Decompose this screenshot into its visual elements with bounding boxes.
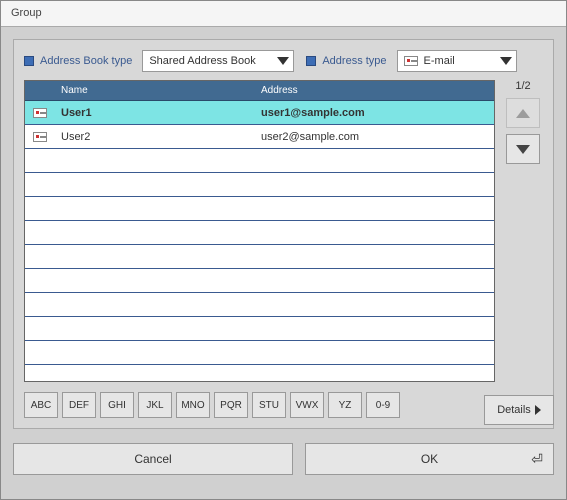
chevron-down-icon xyxy=(277,57,289,65)
table-row-empty xyxy=(25,269,494,293)
row-address: user2@sample.com xyxy=(255,131,494,143)
table-row-empty xyxy=(25,173,494,197)
col-name: Name xyxy=(55,85,255,96)
alpha-button-vwx[interactable]: VWX xyxy=(290,392,324,418)
page-up-button[interactable] xyxy=(506,98,540,128)
contacts-table: Name Address User1user1@sample.comUser2u… xyxy=(24,80,495,382)
table-row-empty xyxy=(25,293,494,317)
chevron-down-icon xyxy=(500,57,512,65)
alpha-button-abc[interactable]: ABC xyxy=(24,392,58,418)
main-panel: Address Book type Shared Address Book Ad… xyxy=(13,39,554,429)
table-row[interactable]: User1user1@sample.com xyxy=(25,101,494,125)
alpha-button-stu[interactable]: STU xyxy=(252,392,286,418)
table-row-empty xyxy=(25,245,494,269)
email-icon xyxy=(404,56,418,66)
addrtype-label: Address type xyxy=(322,55,386,67)
table-row-empty xyxy=(25,197,494,221)
cancel-button[interactable]: Cancel xyxy=(13,443,293,475)
alpha-button-0-9[interactable]: 0-9 xyxy=(366,392,400,418)
alpha-button-def[interactable]: DEF xyxy=(62,392,96,418)
row-address: user1@sample.com xyxy=(255,107,494,119)
table-row[interactable]: User2user2@sample.com xyxy=(25,125,494,149)
alpha-button-pqr[interactable]: PQR xyxy=(214,392,248,418)
table-row-empty xyxy=(25,221,494,245)
details-button[interactable]: Details xyxy=(484,395,554,425)
enter-icon: ⏎ xyxy=(531,451,543,468)
chevron-right-icon xyxy=(535,405,541,415)
table-row-empty xyxy=(25,341,494,365)
pager-text: 1/2 xyxy=(515,80,530,92)
alpha-button-jkl[interactable]: JKL xyxy=(138,392,172,418)
row-name: User2 xyxy=(55,131,255,143)
addrbook-value: Shared Address Book xyxy=(149,55,255,67)
contact-icon xyxy=(33,108,47,118)
chevron-up-icon xyxy=(516,109,530,118)
addrtype-select[interactable]: E-mail xyxy=(397,50,517,72)
col-address: Address xyxy=(255,85,494,96)
page-down-button[interactable] xyxy=(506,134,540,164)
table-header: Name Address xyxy=(25,81,494,101)
addrbook-label: Address Book type xyxy=(40,55,132,67)
table-row-empty xyxy=(25,317,494,341)
details-label: Details xyxy=(497,404,531,416)
alpha-button-yz[interactable]: YZ xyxy=(328,392,362,418)
addrbook-select[interactable]: Shared Address Book xyxy=(142,50,294,72)
table-row-empty xyxy=(25,149,494,173)
row-name: User1 xyxy=(55,107,255,119)
alpha-button-mno[interactable]: MNO xyxy=(176,392,210,418)
alpha-button-ghi[interactable]: GHI xyxy=(100,392,134,418)
window-title: Group xyxy=(1,1,566,27)
addrbook-checkbox[interactable] xyxy=(24,56,34,66)
chevron-down-icon xyxy=(516,145,530,154)
ok-button[interactable]: OK ⏎ xyxy=(305,443,554,475)
contact-icon xyxy=(33,132,47,142)
addrtype-checkbox[interactable] xyxy=(306,56,316,66)
ok-label: OK xyxy=(421,452,438,466)
addrtype-value: E-mail xyxy=(424,55,455,67)
cancel-label: Cancel xyxy=(134,452,171,466)
